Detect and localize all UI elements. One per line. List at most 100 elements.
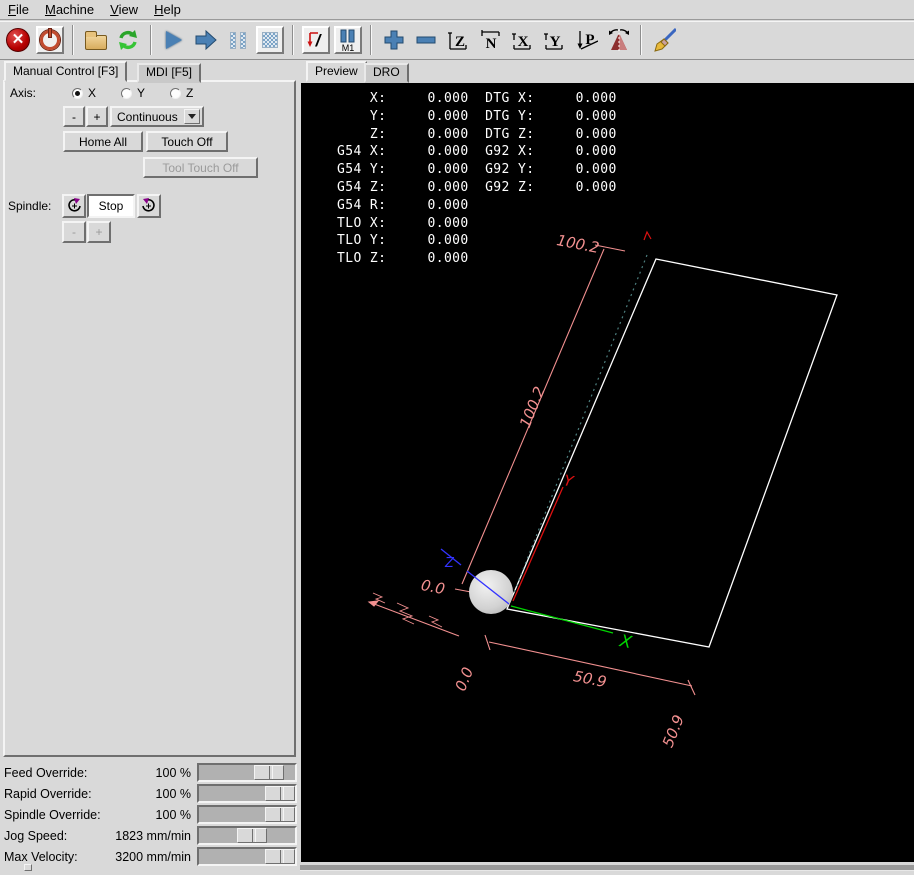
tab-mdi-label: MDI [F5] (146, 65, 193, 79)
menubar: File Machine View Help (0, 0, 914, 20)
dimension-lines (367, 244, 696, 696)
manual-control-panel (3, 80, 296, 757)
spindle-stop-button[interactable]: Stop (87, 194, 135, 218)
svg-text:/: / (315, 31, 323, 50)
jog-speed-label: Jog Speed: (4, 828, 68, 843)
pane-grip[interactable] (24, 864, 32, 871)
menu-file[interactable]: File (0, 0, 37, 19)
dropdown-arrow-icon (184, 109, 200, 124)
view-z-rotated-button[interactable]: N (476, 26, 504, 54)
reload-button[interactable] (114, 26, 142, 54)
tab-manual-control[interactable]: Manual Control [F3] (4, 61, 128, 82)
view-perspective-button[interactable]: P (572, 26, 600, 54)
clear-plot-button[interactable] (650, 26, 678, 54)
jog-speed-row: Jog Speed: 1823 mm/min (0, 825, 300, 846)
tab-preview[interactable]: Preview (306, 61, 367, 82)
spindle-override-slider[interactable] (197, 805, 297, 824)
tab-manual-control-label: Manual Control [F3] (13, 64, 119, 78)
spindle-override-label: Spindle Override: (4, 807, 101, 822)
home-all-button[interactable]: Home All (63, 131, 143, 152)
jog-speed-value: 1823 mm/min (115, 828, 191, 843)
dim-label-y-zero: 0.0 (420, 576, 447, 598)
open-folder-icon (85, 30, 107, 50)
axis-label: Axis: (10, 86, 37, 100)
max-velocity-slider[interactable] (197, 847, 297, 866)
slider-handle[interactable] (237, 828, 267, 843)
preview-canvas[interactable]: X: 0.000 DTG X: 0.000 Y: 0.000 DTG Y: 0.… (301, 83, 914, 862)
axis-radio-y-label: Y (137, 86, 146, 100)
axis-radio-y[interactable]: Y (121, 86, 145, 100)
toolbar-separator (72, 25, 74, 55)
zoom-out-button[interactable] (412, 26, 440, 54)
jog-minus-button[interactable]: - (63, 106, 85, 127)
tool-ball (469, 570, 513, 614)
touch-off-button[interactable]: Touch Off (146, 131, 228, 152)
view-x-button[interactable]: X (508, 26, 536, 54)
feed-override-row: Feed Override: 100 % (0, 762, 300, 783)
step-button[interactable] (192, 26, 220, 54)
feed-override-label: Feed Override: (4, 765, 88, 780)
view-y-button[interactable]: Y (540, 26, 568, 54)
y-axis-letter: Y (562, 471, 576, 491)
run-icon (166, 31, 182, 49)
menu-machine[interactable]: Machine (37, 0, 102, 19)
gcode-preview-plot: 100.2 100.2 0.0 50.9 0.0 50.9 Y X Z (367, 230, 838, 750)
jog-plus-button[interactable]: + (86, 106, 108, 127)
svg-text:N: N (486, 36, 497, 52)
stop-icon (262, 32, 278, 48)
menu-help[interactable]: Help (146, 0, 189, 19)
axis-radio-z[interactable]: Z (170, 86, 193, 100)
axis-radio-z-label: Z (186, 86, 194, 100)
feed-path-rectangle (506, 258, 838, 648)
spindle-override-value: 100 % (155, 807, 191, 822)
tab-dro[interactable]: DRO (364, 63, 409, 83)
limit-corner-marker (643, 230, 652, 241)
dim-label-x-extent-end: 50.9 (659, 712, 688, 750)
spindle-label: Spindle: (8, 199, 52, 213)
x-axis-line (510, 605, 614, 634)
tab-preview-label: Preview (315, 64, 358, 78)
slider-handle[interactable] (265, 807, 295, 822)
menu-view[interactable]: View (102, 0, 146, 19)
slider-handle[interactable] (254, 765, 284, 780)
svg-text:M1: M1 (342, 43, 355, 52)
spindle-ccw-button[interactable] (62, 194, 86, 218)
tool-touch-off-button: Tool Touch Off (143, 157, 258, 178)
pause-button[interactable] (224, 26, 252, 54)
rapid-override-label: Rapid Override: (4, 786, 92, 801)
estop-icon: ✕ (6, 28, 30, 52)
axis-radio-x[interactable]: X (72, 86, 96, 100)
svg-text:Y: Y (550, 34, 561, 50)
slider-handle[interactable] (265, 786, 295, 801)
reload-icon (119, 30, 137, 50)
tab-dro-label: DRO (373, 65, 400, 79)
jog-speed-slider[interactable] (197, 826, 297, 845)
stop-button[interactable] (256, 26, 284, 54)
bottom-strip (300, 865, 914, 871)
spindle-cw-button[interactable] (137, 194, 161, 218)
zoom-in-button[interactable] (380, 26, 408, 54)
rapid-override-row: Rapid Override: 100 % (0, 783, 300, 804)
run-button[interactable] (160, 26, 188, 54)
spindle-override-row: Spindle Override: 100 % (0, 804, 300, 825)
rapid-override-slider[interactable] (197, 784, 297, 803)
estop-button[interactable]: ✕ (4, 26, 32, 54)
open-file-button[interactable] (82, 26, 110, 54)
max-velocity-value: 3200 mm/min (115, 849, 191, 864)
skip-lines-button[interactable]: / (302, 26, 330, 54)
override-sliders: Feed Override: 100 % Rapid Override: 100… (0, 762, 300, 867)
view-z-button[interactable]: Z (444, 26, 472, 54)
rotate-view-button[interactable] (604, 26, 632, 54)
skip-lines-icon: / (307, 31, 323, 50)
jog-increment-value: Continuous (117, 109, 178, 124)
spindle-slower-button: - (62, 221, 86, 243)
optional-pause-button[interactable]: M1 (334, 26, 362, 54)
tab-mdi[interactable]: MDI [F5] (137, 63, 202, 83)
slider-handle[interactable] (265, 849, 295, 864)
axis-radio-x-label: X (88, 86, 97, 100)
machine-power-button[interactable] (36, 26, 64, 54)
svg-text:X: X (518, 34, 529, 50)
rotate-icon (609, 29, 629, 52)
feed-override-slider[interactable] (197, 763, 297, 782)
jog-increment-select[interactable]: Continuous (110, 106, 204, 127)
